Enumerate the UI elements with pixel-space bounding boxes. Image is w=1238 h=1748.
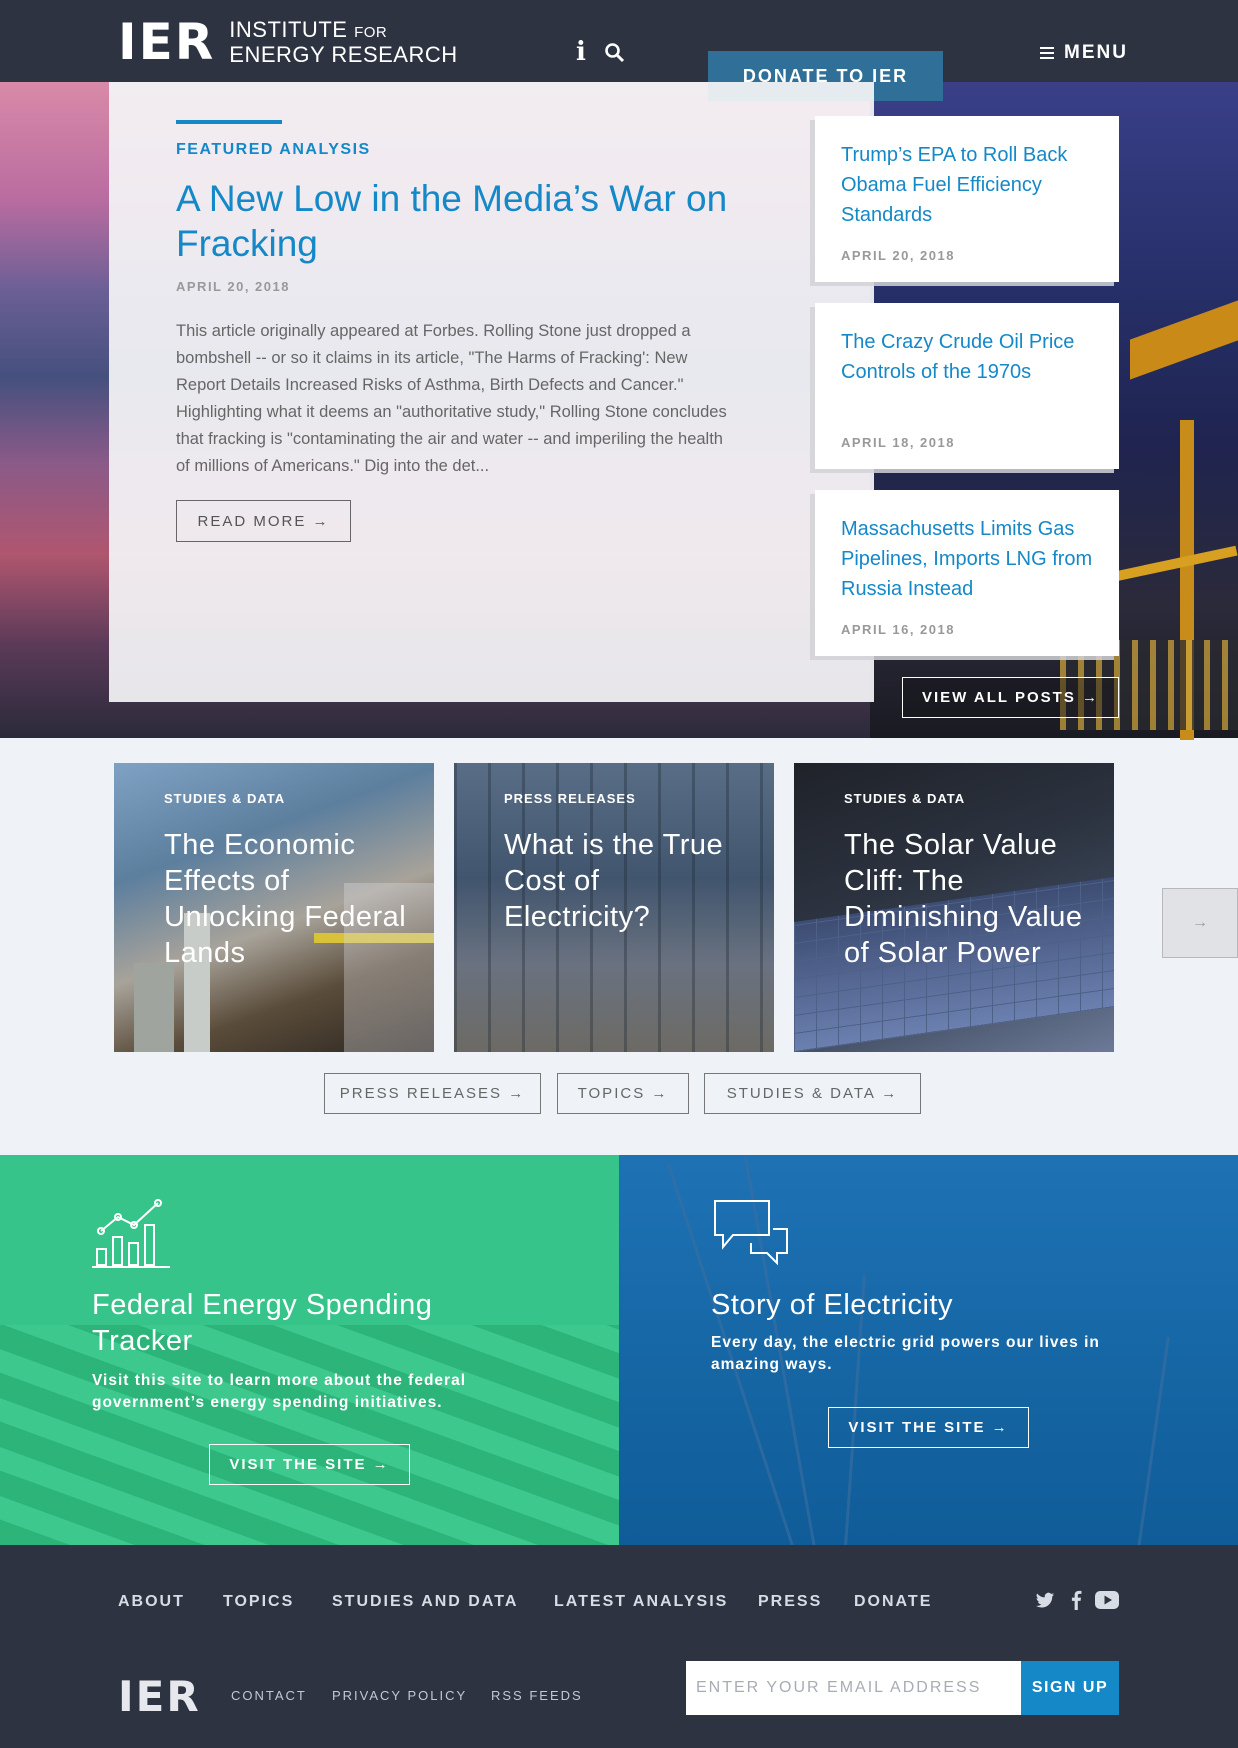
promo-title: Story of Electricity <box>711 1289 954 1321</box>
tile-title[interactable]: The Solar Value Cliff: The Diminishing V… <box>844 827 1094 971</box>
footer-link-rss-feeds[interactable]: RSS FEEDS <box>491 1688 583 1703</box>
side-post-title[interactable]: Massachusetts Limits Gas Pipelines, Impo… <box>841 514 1099 604</box>
press-releases-button[interactable]: PRESS RELEASES → <box>324 1073 541 1114</box>
read-more-button[interactable]: READ MORE → <box>176 500 351 542</box>
side-post-date: APRIL 16, 2018 <box>841 622 955 637</box>
logo-line2: ENERGY RESEARCH <box>229 41 458 67</box>
promo-subtitle: Visit this site to learn more about the … <box>92 1372 467 1411</box>
featured-title[interactable]: A New Low in the Media’s War on Fracking <box>176 176 736 266</box>
menu-label: MENU <box>1064 42 1128 63</box>
footer-nav-topics[interactable]: TOPICS <box>223 1593 294 1611</box>
sign-up-button[interactable]: SIGN UP <box>1021 1661 1119 1715</box>
side-post-date: APRIL 20, 2018 <box>841 248 955 263</box>
visit-site-button[interactable]: VISIT THE SITE → <box>209 1444 410 1485</box>
menu-button[interactable]: MENU <box>1040 42 1128 64</box>
side-post-card[interactable]: Massachusetts Limits Gas Pipelines, Impo… <box>815 490 1119 656</box>
hamburger-icon <box>1040 47 1054 59</box>
email-field[interactable] <box>686 1661 1021 1715</box>
side-post-date: APRIL 18, 2018 <box>841 435 955 450</box>
visit-site-button[interactable]: VISIT THE SITE → <box>828 1407 1029 1448</box>
featured-label: FEATURED ANALYSIS <box>176 141 371 158</box>
logo-line1: INSTITUTE <box>229 16 348 42</box>
spending-tracker-promo: Federal Energy Spending Tracker Visit th… <box>0 1155 619 1545</box>
tile-title[interactable]: What is the True Cost of Electricity? <box>504 827 754 935</box>
tile-category: STUDIES & DATA <box>844 791 966 806</box>
promo-subtitle: Every day, the electric grid powers our … <box>711 1334 1100 1373</box>
facebook-icon[interactable] <box>1070 1590 1082 1610</box>
tile-category: PRESS RELEASES <box>504 791 636 806</box>
footer-link-contact[interactable]: CONTACT <box>231 1688 307 1703</box>
carousel-tile[interactable]: STUDIES & DATA The Economic Effects of U… <box>114 763 434 1052</box>
footer-logo[interactable]: IER <box>118 1673 201 1721</box>
arrow-right-icon: → <box>1192 914 1208 931</box>
carousel-tile[interactable]: STUDIES & DATA The Solar Value Cliff: Th… <box>794 763 1114 1052</box>
carousel-tile[interactable]: PRESS RELEASES What is the True Cost of … <box>454 763 774 1052</box>
tile-category: STUDIES & DATA <box>164 791 286 806</box>
footer-nav-donate[interactable]: DONATE <box>854 1593 932 1611</box>
footer-nav-press[interactable]: PRESS <box>758 1593 822 1611</box>
footer-link-privacy-policy[interactable]: PRIVACY POLICY <box>332 1688 467 1703</box>
footer-nav-studies-data[interactable]: STUDIES AND DATA <box>332 1593 518 1611</box>
search-icon[interactable] <box>604 42 626 64</box>
logo-for: FOR <box>354 23 388 41</box>
studies-data-button[interactable]: STUDIES & DATA → <box>704 1073 921 1114</box>
carousel-next-button[interactable]: → <box>1162 888 1238 958</box>
featured-rule <box>176 120 282 124</box>
featured-excerpt: This article originally appeared at Forb… <box>176 322 727 475</box>
story-of-electricity-promo: Story of Electricity Every day, the elec… <box>619 1155 1238 1545</box>
site-logo[interactable]: IER INSTITUTE FOR ENERGY RESEARCH <box>118 14 458 70</box>
view-all-posts-button[interactable]: VIEW ALL POSTS → <box>902 677 1119 718</box>
tile-image-detail <box>134 963 174 1052</box>
twitter-icon[interactable] <box>1035 1590 1055 1610</box>
chat-bubbles-icon <box>714 1200 788 1266</box>
info-icon[interactable]: i <box>576 38 586 66</box>
youtube-icon[interactable] <box>1095 1590 1119 1610</box>
logo-mark: IER <box>118 13 216 71</box>
footer-nav-about[interactable]: ABOUT <box>118 1593 185 1611</box>
promo-title: Federal Energy Spending Tracker <box>92 1289 433 1357</box>
site-header: IER INSTITUTE FOR ENERGY RESEARCH i MENU <box>0 0 1238 82</box>
logo-text: INSTITUTE FOR ENERGY RESEARCH <box>229 16 458 67</box>
topics-button[interactable]: TOPICS → <box>557 1073 689 1114</box>
tile-title[interactable]: The Economic Effects of Unlocking Federa… <box>164 827 414 971</box>
side-post-card[interactable]: Trump’s EPA to Roll Back Obama Fuel Effi… <box>815 116 1119 282</box>
side-post-title[interactable]: The Crazy Crude Oil Price Controls of th… <box>841 327 1099 387</box>
side-post-title[interactable]: Trump’s EPA to Roll Back Obama Fuel Effi… <box>841 140 1099 230</box>
featured-date: APRIL 20, 2018 <box>176 279 290 294</box>
side-post-card[interactable]: The Crazy Crude Oil Price Controls of th… <box>815 303 1119 469</box>
footer-nav-latest-analysis[interactable]: LATEST ANALYSIS <box>554 1593 728 1611</box>
chart-growth-icon <box>92 1199 170 1268</box>
